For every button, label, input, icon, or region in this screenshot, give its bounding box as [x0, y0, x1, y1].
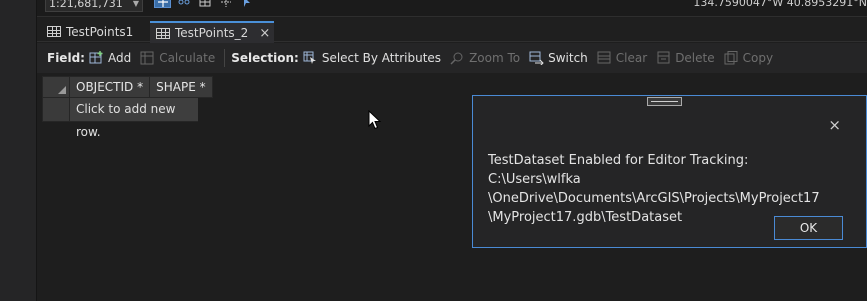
delete-button[interactable]: Delete	[656, 51, 715, 65]
dialog-drag-handle[interactable]	[647, 97, 682, 106]
tab-testpoints-2[interactable]: TestPoints_2 ×	[150, 21, 275, 43]
close-icon[interactable]: ×	[828, 116, 841, 134]
selection-label: Selection:	[231, 51, 299, 65]
zoom-to-label: Zoom To	[469, 51, 521, 65]
copy-label: Copy	[742, 51, 774, 65]
tab-label: TestPoints1	[66, 24, 134, 39]
calculate-icon	[140, 51, 154, 65]
add-field-button[interactable]: Add	[89, 51, 131, 65]
add-field-label: Add	[107, 51, 132, 65]
toolbar-divider	[224, 49, 226, 67]
scale-value: 1:21,681,731	[49, 0, 123, 10]
explore-tool-icon[interactable]	[154, 0, 171, 8]
message-line: \OneDrive\Documents\ArcGIS\Projects\MyPr…	[488, 191, 820, 206]
select-by-attributes-label: Select By Attributes	[321, 51, 442, 65]
tab-testpoints1[interactable]: TestPoints1	[41, 21, 139, 42]
ok-button[interactable]: OK	[774, 216, 843, 240]
calculate-button[interactable]: Calculate	[140, 51, 215, 65]
mouse-cursor-icon	[368, 110, 382, 130]
clear-selection-button[interactable]: Clear	[597, 51, 647, 65]
select-by-attributes-button[interactable]: Select By Attributes	[303, 51, 441, 65]
crosshair-icon[interactable]	[217, 0, 234, 8]
field-label: Field:	[47, 51, 85, 65]
map-status-bar: 1:21,681,731 ▼ 134.7590047°W 40.8953291°…	[37, 0, 867, 17]
copy-icon	[724, 51, 738, 65]
delete-label: Delete	[675, 51, 715, 65]
attribute-table: OBJECTID * SHAPE * Click to add new row.	[42, 76, 213, 139]
copy-button[interactable]: Copy	[724, 51, 773, 65]
select-by-attributes-icon	[303, 51, 316, 64]
switch-label: Switch	[548, 51, 588, 65]
close-icon[interactable]: ×	[259, 26, 270, 41]
switch-icon	[529, 51, 544, 65]
grid-tool-icon[interactable]	[196, 0, 213, 8]
switch-selection-button[interactable]: Switch	[529, 51, 588, 65]
table-header-row: OBJECTID * SHAPE *	[42, 76, 213, 98]
zoom-to-button[interactable]: Zoom To	[450, 51, 520, 65]
clear-label: Clear	[615, 51, 648, 65]
attribute-table-tabs: TestPoints1 TestPoints_2 ×	[37, 18, 867, 43]
column-header-shape[interactable]: SHAPE *	[150, 76, 213, 98]
message-line: TestDataset Enabled for Editor Tracking:…	[488, 153, 749, 187]
editor-tracking-dialog: × TestDataset Enabled for Editor Trackin…	[472, 95, 867, 248]
tab-label: TestPoints_2	[175, 26, 249, 40]
column-header-objectid[interactable]: OBJECTID *	[70, 76, 151, 98]
chevron-down-icon: ▼	[132, 0, 139, 8]
calculate-label: Calculate	[159, 51, 216, 65]
scale-selector[interactable]: 1:21,681,731 ▼	[45, 0, 143, 12]
navigation-tools	[154, 0, 255, 8]
select-all-corner[interactable]	[42, 76, 70, 98]
pointer-tool-icon[interactable]	[238, 0, 255, 8]
table-icon	[47, 26, 61, 37]
delete-icon	[657, 51, 670, 64]
table-toolbar: Field: Add Calculate Selection: Select B…	[37, 43, 867, 73]
zoom-to-icon	[450, 52, 463, 65]
table-icon	[156, 27, 170, 39]
snapping-icon[interactable]	[175, 0, 192, 8]
table-row: Click to add new row.	[42, 98, 213, 139]
left-panel-strip	[0, 0, 37, 301]
add-new-row-cell[interactable]: Click to add new row.	[70, 98, 198, 139]
row-header[interactable]	[42, 98, 70, 122]
add-field-icon	[89, 51, 103, 64]
coordinate-readout: 134.7590047°W 40.8953291°N	[693, 0, 867, 9]
clear-icon	[597, 51, 611, 64]
